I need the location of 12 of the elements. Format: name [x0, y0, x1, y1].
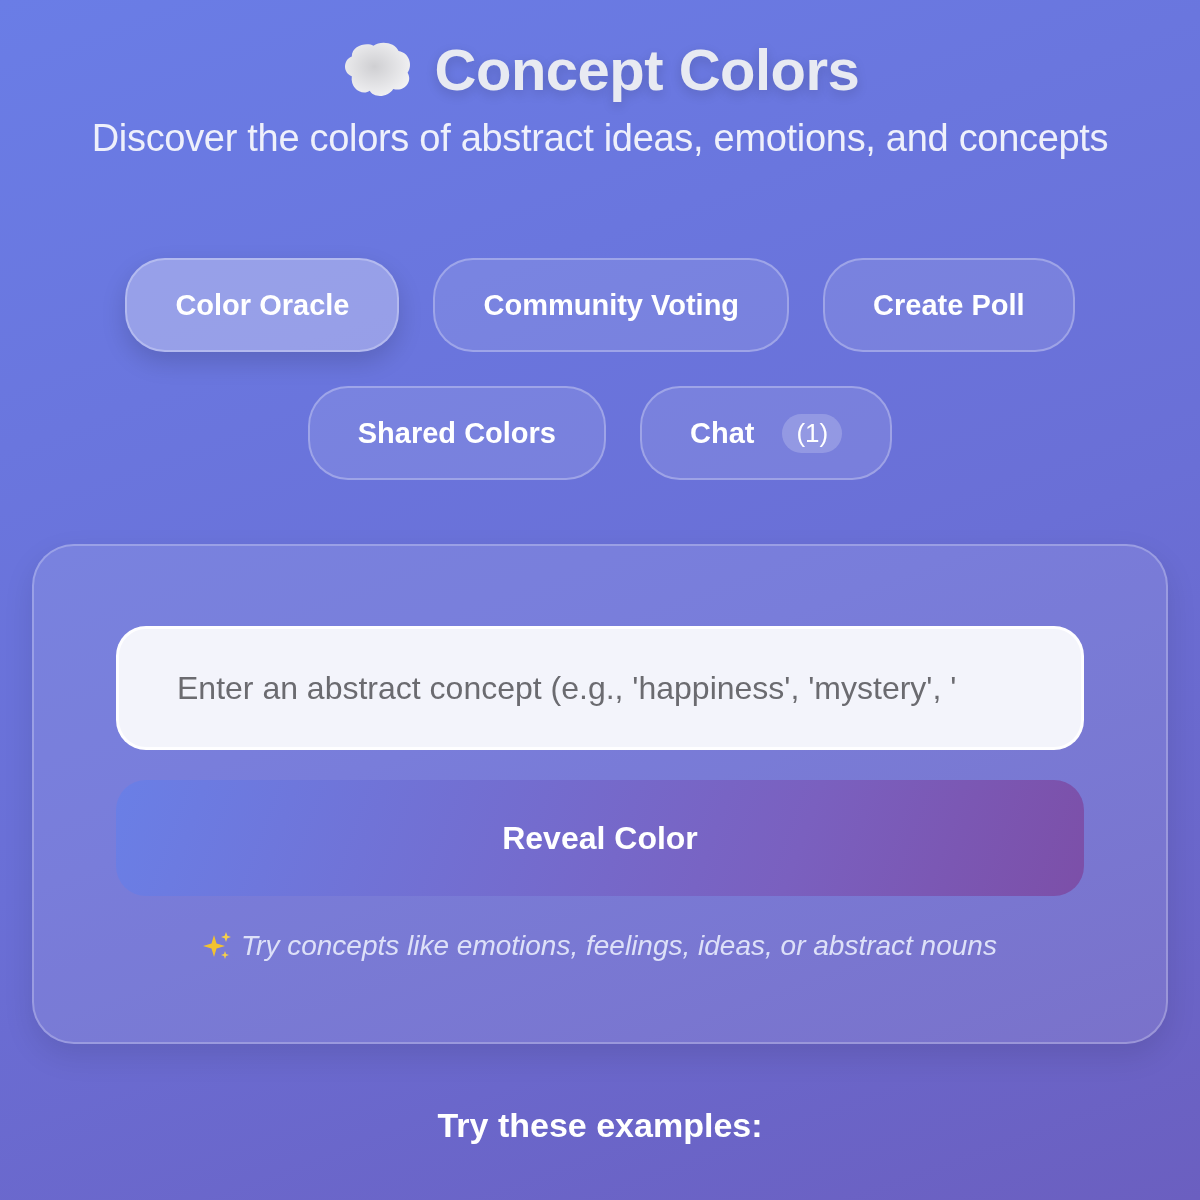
- count-badge: (1): [782, 413, 843, 453]
- subtitle: Discover the colors of abstract ideas, emotions, and concepts: [91, 117, 1109, 160]
- examples-heading: Try these examples:: [437, 1106, 763, 1145]
- tab[interactable]: Chat (1): [640, 386, 893, 480]
- concept-input[interactable]: Enter an abstract concept (e.g., 'happiness', 'mystery', ': [116, 626, 1084, 750]
- tab[interactable]: Create Poll: [823, 258, 1075, 352]
- reveal-color-button[interactable]: Reveal Color: [116, 780, 1084, 896]
- tab[interactable]: Shared Colors: [307, 386, 606, 480]
- tab[interactable]: Community Voting: [433, 258, 790, 352]
- app-title: Concept Colors: [434, 36, 860, 103]
- hint-text: Try concepts like emotions, feelings, ideas, or abstract nouns: [241, 930, 997, 962]
- tab[interactable]: Color Oracle: [125, 258, 400, 352]
